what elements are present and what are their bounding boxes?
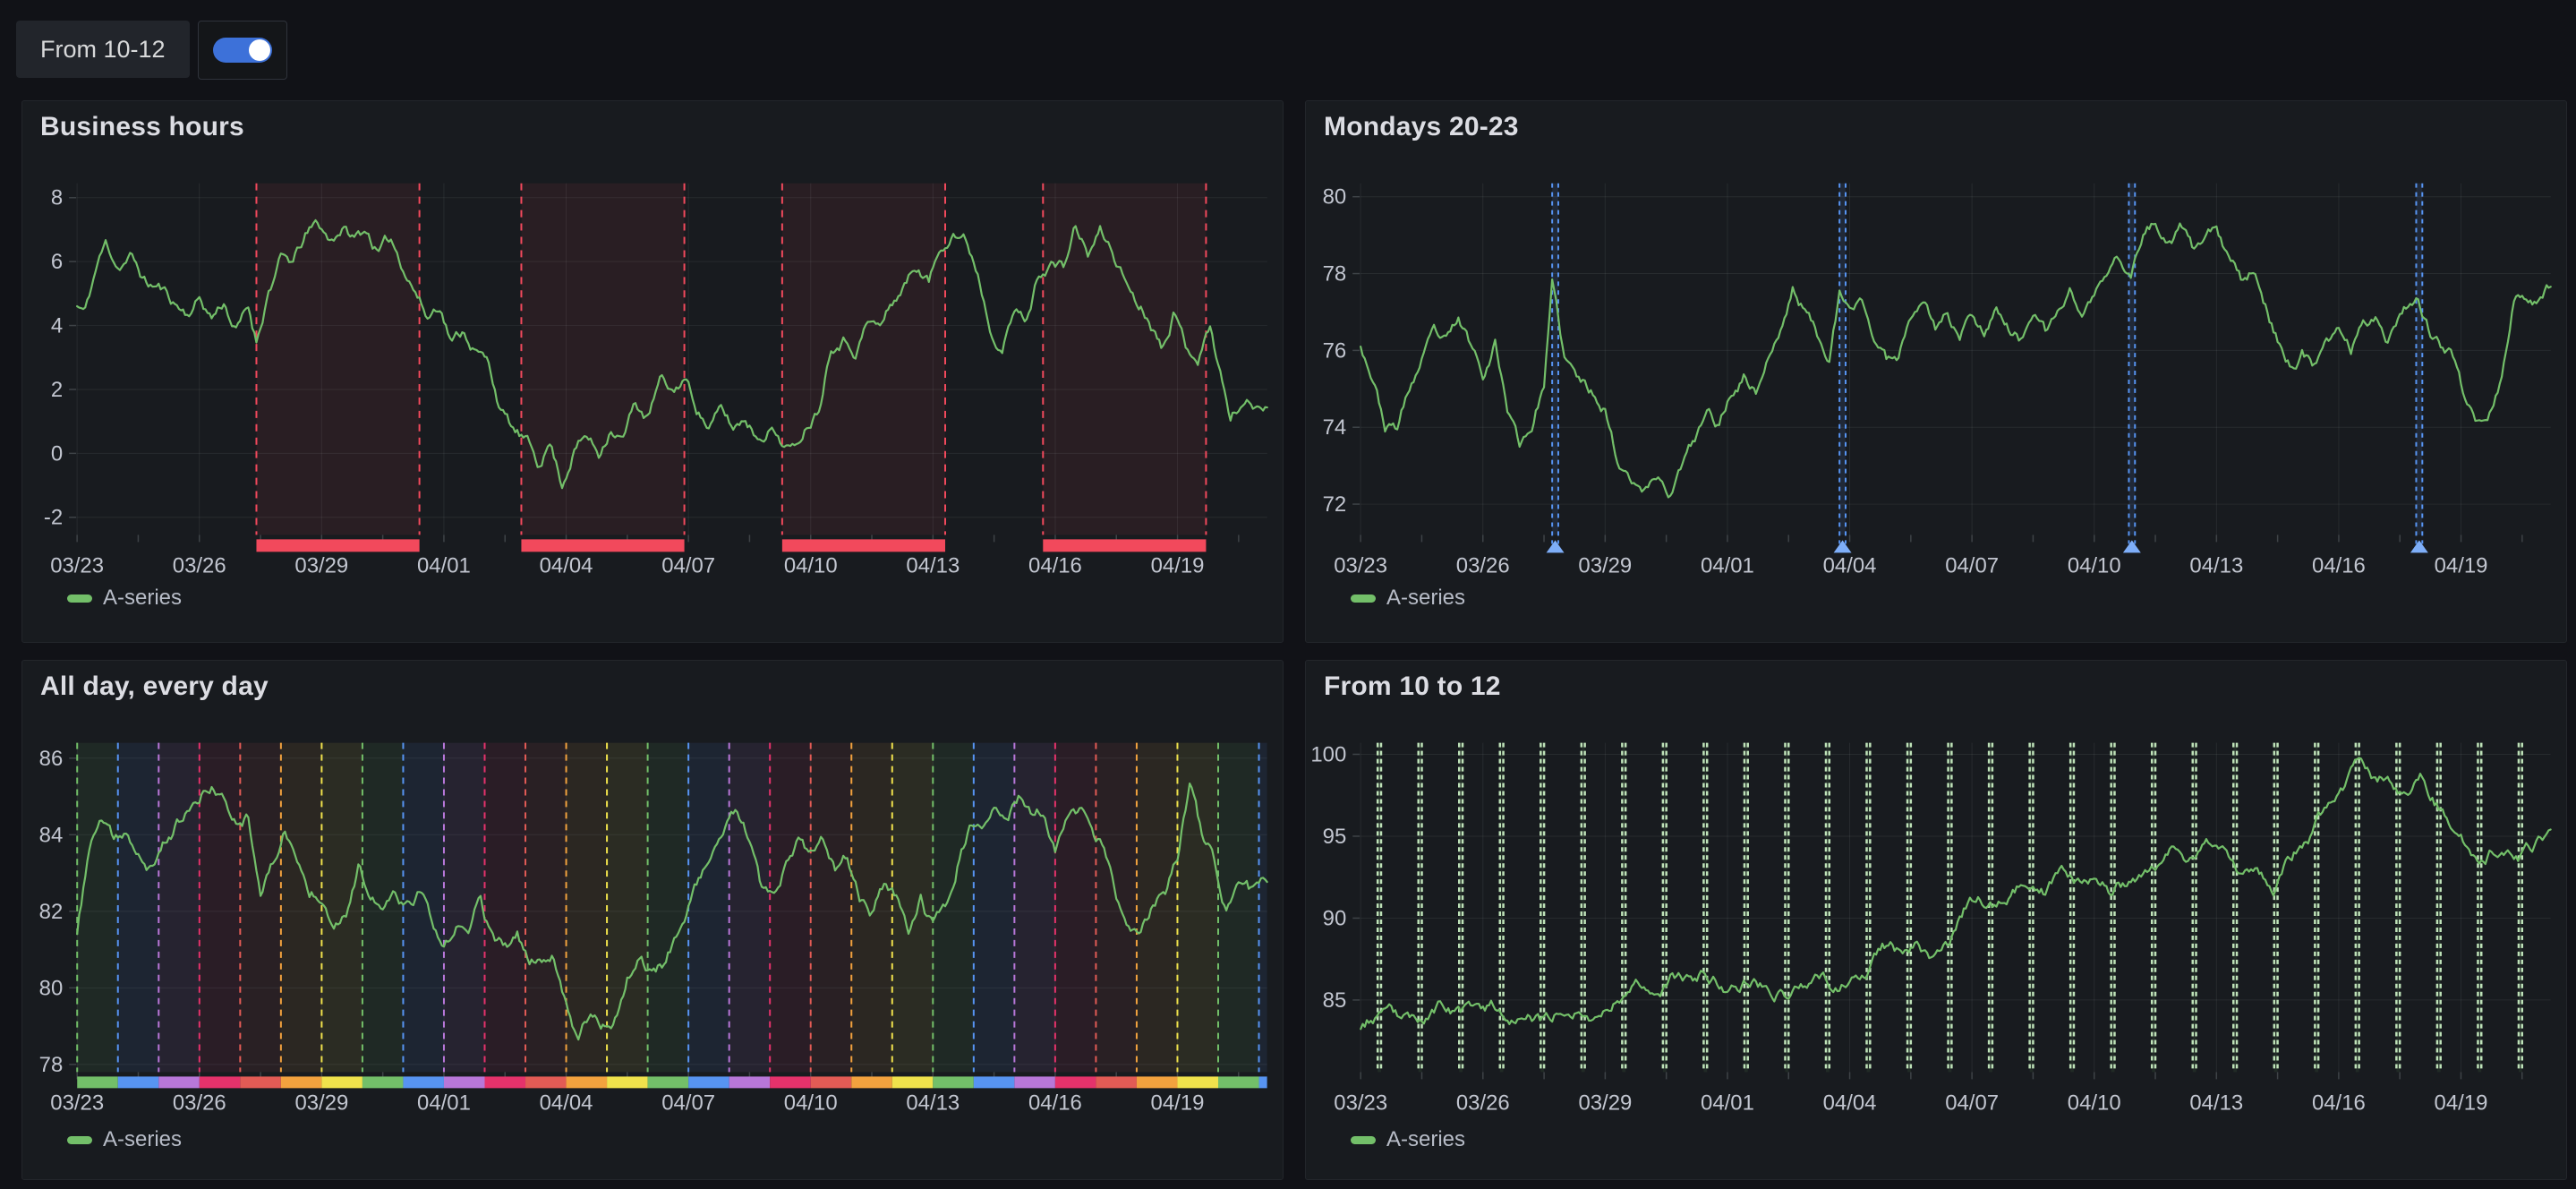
svg-text:86: 86 — [39, 747, 64, 771]
svg-text:04/10: 04/10 — [2068, 1091, 2121, 1115]
series-color-marker — [67, 594, 92, 603]
svg-text:72: 72 — [1323, 492, 1347, 517]
chart-all-day-every-day[interactable]: 78 80 82 84 86 03/23 03/26 03/29 04/01 04/04 04/07… — [22, 661, 1283, 1179]
legend-item[interactable]: A-series — [67, 1127, 182, 1152]
variable-label: From 10-12 — [16, 21, 190, 78]
svg-text:2: 2 — [51, 378, 63, 402]
svg-text:80: 80 — [1323, 185, 1347, 210]
svg-text:-2: -2 — [44, 506, 63, 530]
svg-text:03/26: 03/26 — [173, 553, 226, 577]
svg-text:04/07: 04/07 — [661, 553, 715, 577]
toggle-switch-on[interactable] — [213, 38, 272, 63]
svg-text:04/01: 04/01 — [417, 553, 471, 577]
legend-label: A-series — [103, 1127, 182, 1152]
dashboard-controls: From 10-12 — [16, 21, 287, 80]
svg-text:04/01: 04/01 — [1701, 1091, 1754, 1115]
series-color-marker — [67, 1136, 92, 1144]
svg-text:03/29: 03/29 — [294, 553, 348, 577]
legend-item[interactable]: A-series — [1351, 1127, 1465, 1152]
svg-text:84: 84 — [39, 823, 64, 847]
svg-text:04/13: 04/13 — [2189, 1091, 2243, 1115]
panel-business-hours: Business hours -2 0 2 4 6 8 03/23 03/26 03/29 04/… — [21, 100, 1284, 643]
legend: A-series — [67, 1127, 182, 1152]
svg-text:04/19: 04/19 — [2435, 553, 2488, 577]
svg-text:76: 76 — [1323, 338, 1347, 363]
svg-text:03/23: 03/23 — [1334, 553, 1387, 577]
svg-text:04/01: 04/01 — [1701, 553, 1754, 577]
series-color-marker — [1351, 594, 1376, 603]
svg-text:03/29: 03/29 — [294, 1091, 348, 1115]
chart-business-hours[interactable]: -2 0 2 4 6 8 03/23 03/26 03/29 04/01 04/04 04/07 04/… — [22, 101, 1283, 642]
series-color-marker — [1351, 1136, 1376, 1144]
svg-text:04/04: 04/04 — [1823, 553, 1877, 577]
svg-text:80: 80 — [39, 976, 64, 1000]
svg-text:04/16: 04/16 — [2312, 1091, 2366, 1115]
toggle-knob[interactable] — [249, 39, 270, 61]
svg-text:03/29: 03/29 — [1578, 1091, 1632, 1115]
svg-text:03/23: 03/23 — [1334, 1091, 1387, 1115]
panel-title: All day, every day — [40, 671, 269, 702]
svg-text:03/23: 03/23 — [50, 553, 104, 577]
svg-text:04/19: 04/19 — [1151, 553, 1205, 577]
svg-text:04/19: 04/19 — [1151, 1091, 1205, 1115]
variable-toggle[interactable] — [198, 21, 287, 80]
panel-mondays-20-23: Mondays 20-23 72 74 76 78 80 03/23 03/26 03/29 0… — [1305, 100, 2567, 643]
svg-text:04/10: 04/10 — [784, 553, 838, 577]
chart-mondays-20-23[interactable]: 72 74 76 78 80 03/23 03/26 03/29 04/01 04/04 04/07… — [1306, 101, 2566, 642]
svg-text:03/23: 03/23 — [50, 1091, 104, 1115]
svg-text:04/07: 04/07 — [1945, 1091, 1999, 1115]
panel-from-10-to-12: From 10 to 12 85 90 95 100 03/23 03/26 03/29 04… — [1305, 660, 2567, 1180]
svg-text:03/26: 03/26 — [1456, 553, 1510, 577]
svg-text:78: 78 — [39, 1053, 64, 1077]
svg-text:95: 95 — [1323, 825, 1347, 849]
legend-item[interactable]: A-series — [1351, 586, 1465, 611]
svg-text:04/07: 04/07 — [1945, 553, 1999, 577]
svg-text:04/16: 04/16 — [1028, 1091, 1082, 1115]
svg-text:04/16: 04/16 — [2312, 553, 2366, 577]
svg-text:4: 4 — [51, 314, 63, 338]
legend-label: A-series — [1386, 586, 1465, 611]
svg-text:04/10: 04/10 — [2068, 553, 2121, 577]
svg-text:82: 82 — [39, 900, 64, 924]
svg-text:78: 78 — [1323, 262, 1347, 287]
svg-text:8: 8 — [51, 186, 63, 210]
svg-text:100: 100 — [1310, 742, 1346, 766]
svg-text:6: 6 — [51, 250, 63, 274]
svg-text:03/26: 03/26 — [173, 1091, 226, 1115]
svg-text:04/13: 04/13 — [2189, 553, 2243, 577]
svg-text:85: 85 — [1323, 988, 1347, 1013]
svg-text:04/04: 04/04 — [540, 1091, 593, 1115]
svg-text:04/01: 04/01 — [417, 1091, 471, 1115]
svg-text:04/16: 04/16 — [1028, 553, 1082, 577]
panel-title: Mondays 20-23 — [1324, 112, 1519, 142]
legend-item[interactable]: A-series — [67, 586, 182, 611]
svg-text:04/13: 04/13 — [906, 553, 960, 577]
svg-text:04/07: 04/07 — [661, 1091, 715, 1115]
legend: A-series — [1351, 1127, 1465, 1152]
chart-from-10-to-12[interactable]: 85 90 95 100 03/23 03/26 03/29 04/01 04/04 04/07 0… — [1306, 661, 2566, 1179]
svg-text:04/13: 04/13 — [906, 1091, 960, 1115]
legend: A-series — [1351, 586, 1465, 611]
svg-text:04/19: 04/19 — [2435, 1091, 2488, 1115]
panel-all-day-every-day: All day, every day 78 80 82 84 86 03/23 03/26 0… — [21, 660, 1284, 1180]
svg-text:04/10: 04/10 — [784, 1091, 838, 1115]
panel-title: Business hours — [40, 112, 244, 142]
panel-title: From 10 to 12 — [1324, 671, 1501, 702]
svg-text:03/29: 03/29 — [1578, 553, 1632, 577]
svg-text:90: 90 — [1323, 906, 1347, 930]
svg-text:04/04: 04/04 — [540, 553, 593, 577]
legend: A-series — [67, 586, 182, 611]
legend-label: A-series — [1386, 1127, 1465, 1152]
svg-text:03/26: 03/26 — [1456, 1091, 1510, 1115]
svg-text:74: 74 — [1323, 415, 1347, 440]
svg-text:0: 0 — [51, 441, 63, 466]
svg-text:04/04: 04/04 — [1823, 1091, 1877, 1115]
legend-label: A-series — [103, 586, 182, 611]
